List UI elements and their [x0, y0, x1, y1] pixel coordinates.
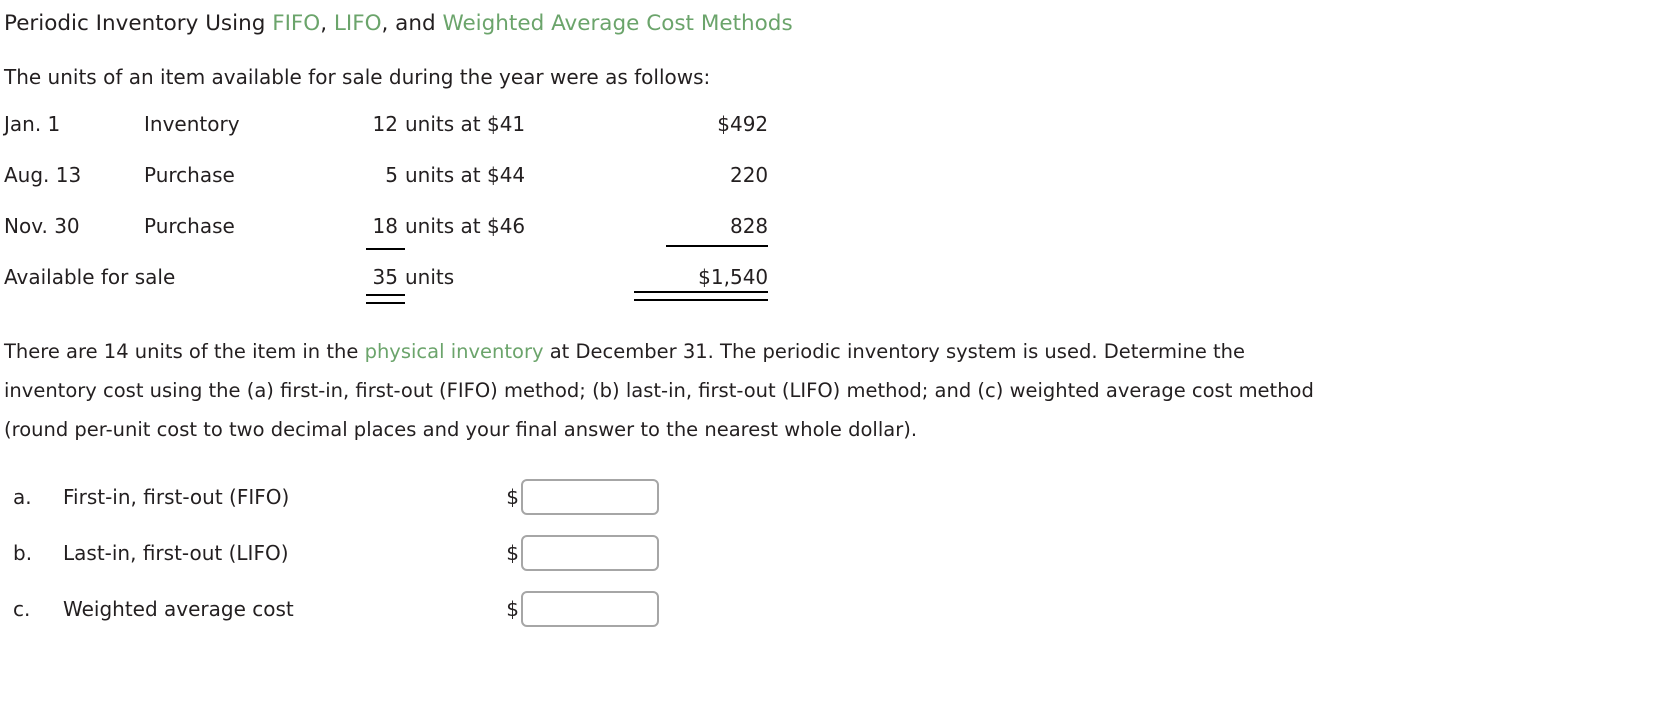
answer-row-a: a. First-in, first-out (FIFO) $ — [0, 469, 659, 525]
answer-letter-c: c. — [13, 596, 31, 621]
table-row: Jan. 1 Inventory 12 units at $41 $492 — [0, 112, 768, 163]
row-date: Aug. 13 — [4, 162, 82, 187]
paragraph-term-physical-inventory: physical inventory — [364, 339, 544, 363]
row-unit-cost: units at $41 — [405, 111, 526, 136]
paragraph-line-3: (round per-unit cost to two decimal plac… — [4, 417, 918, 441]
row-quantity-value: 12 — [372, 111, 398, 136]
title-separator-2: , and — [381, 11, 443, 36]
title-prefix: Periodic Inventory Using — [4, 11, 273, 36]
answer-row-c: c. Weighted average cost $ — [0, 581, 659, 637]
answer-label-lifo: Last-in, first-out (LIFO) — [63, 540, 289, 565]
inventory-table: Jan. 1 Inventory 12 units at $41 $492 Au… — [0, 112, 769, 316]
intro-text: The units of an item available for sale … — [4, 64, 711, 89]
answer-label-weighted-average: Weighted average cost — [63, 596, 294, 621]
row-date: Jan. 1 — [4, 111, 61, 136]
instruction-paragraph: There are 14 units of the item in the ph… — [0, 316, 1664, 449]
title-term-lifo: LIFO — [333, 11, 382, 36]
total-amount: $1,540 — [525, 265, 768, 316]
total-quantity-value: 35 — [365, 265, 406, 304]
row-quantity-value: 5 — [385, 162, 398, 187]
table-row: Nov. 30 Purchase 18 units at $46 828 — [0, 213, 769, 265]
title-term-fifo: FIFO — [272, 11, 321, 36]
row-unit-cost: units at $46 — [405, 213, 526, 238]
title-term-weighted-average-cost: Weighted Average Cost Methods — [442, 11, 793, 36]
row-quantity-value-underlined: 18 — [365, 214, 406, 250]
title-separator-1: , — [320, 11, 334, 36]
answer-row-b: b. Last-in, first-out (LIFO) $ — [0, 525, 659, 581]
row-date: Nov. 30 — [4, 213, 80, 238]
row-amount: 220 — [729, 162, 769, 187]
answer-field-cell-a — [521, 469, 659, 525]
row-quantity: 12 — [330, 112, 398, 163]
fifo-answer-input[interactable] — [521, 478, 659, 515]
paragraph-line-2: inventory cost using the (a) first-in, f… — [4, 378, 1314, 402]
row-unit-cost: units at $44 — [405, 162, 526, 187]
table-total-row: Available for sale 35 units $1,540 — [0, 265, 768, 316]
answer-list: a. First-in, first-out (FIFO) $ b. Last-… — [0, 469, 659, 637]
row-amount: $492 — [717, 111, 769, 136]
answer-field-cell-b — [521, 525, 659, 581]
currency-symbol-a: $ — [506, 484, 519, 509]
page-title: Periodic Inventory Using FIFO, LIFO, and… — [0, 0, 1664, 37]
row-description: Purchase — [144, 213, 235, 238]
table-row: Aug. 13 Purchase 5 units at $44 220 — [0, 163, 768, 214]
paragraph-line-1: There are 14 units of the item in the ph… — [4, 332, 1664, 371]
lifo-answer-input[interactable] — [521, 534, 659, 571]
currency-symbol-c: $ — [506, 596, 519, 621]
total-unit-label: units — [405, 264, 455, 289]
total-label: Available for sale — [4, 264, 176, 289]
answer-field-cell-c — [521, 581, 659, 637]
paragraph-line-1-b: at December 31. The periodic inventory s… — [543, 339, 1246, 363]
row-quantity: 5 — [330, 163, 398, 214]
answer-label-fifo: First-in, first-out (FIFO) — [63, 484, 290, 509]
total-amount-value: $1,540 — [634, 264, 769, 301]
currency-symbol-b: $ — [506, 540, 519, 565]
row-description: Purchase — [144, 162, 235, 187]
worksheet-page: Periodic Inventory Using FIFO, LIFO, and… — [0, 0, 1664, 712]
row-description: Inventory — [144, 111, 240, 136]
total-quantity: 35 — [330, 265, 406, 316]
answer-letter-b: b. — [13, 540, 33, 565]
weighted-average-answer-input[interactable] — [521, 590, 659, 627]
row-amount-value-underlined: 828 — [665, 213, 769, 247]
row-amount: 828 — [525, 213, 769, 265]
paragraph-line-1-a: There are 14 units of the item in the — [4, 339, 365, 363]
row-quantity: 18 — [330, 214, 406, 265]
answer-letter-a: a. — [13, 484, 32, 509]
